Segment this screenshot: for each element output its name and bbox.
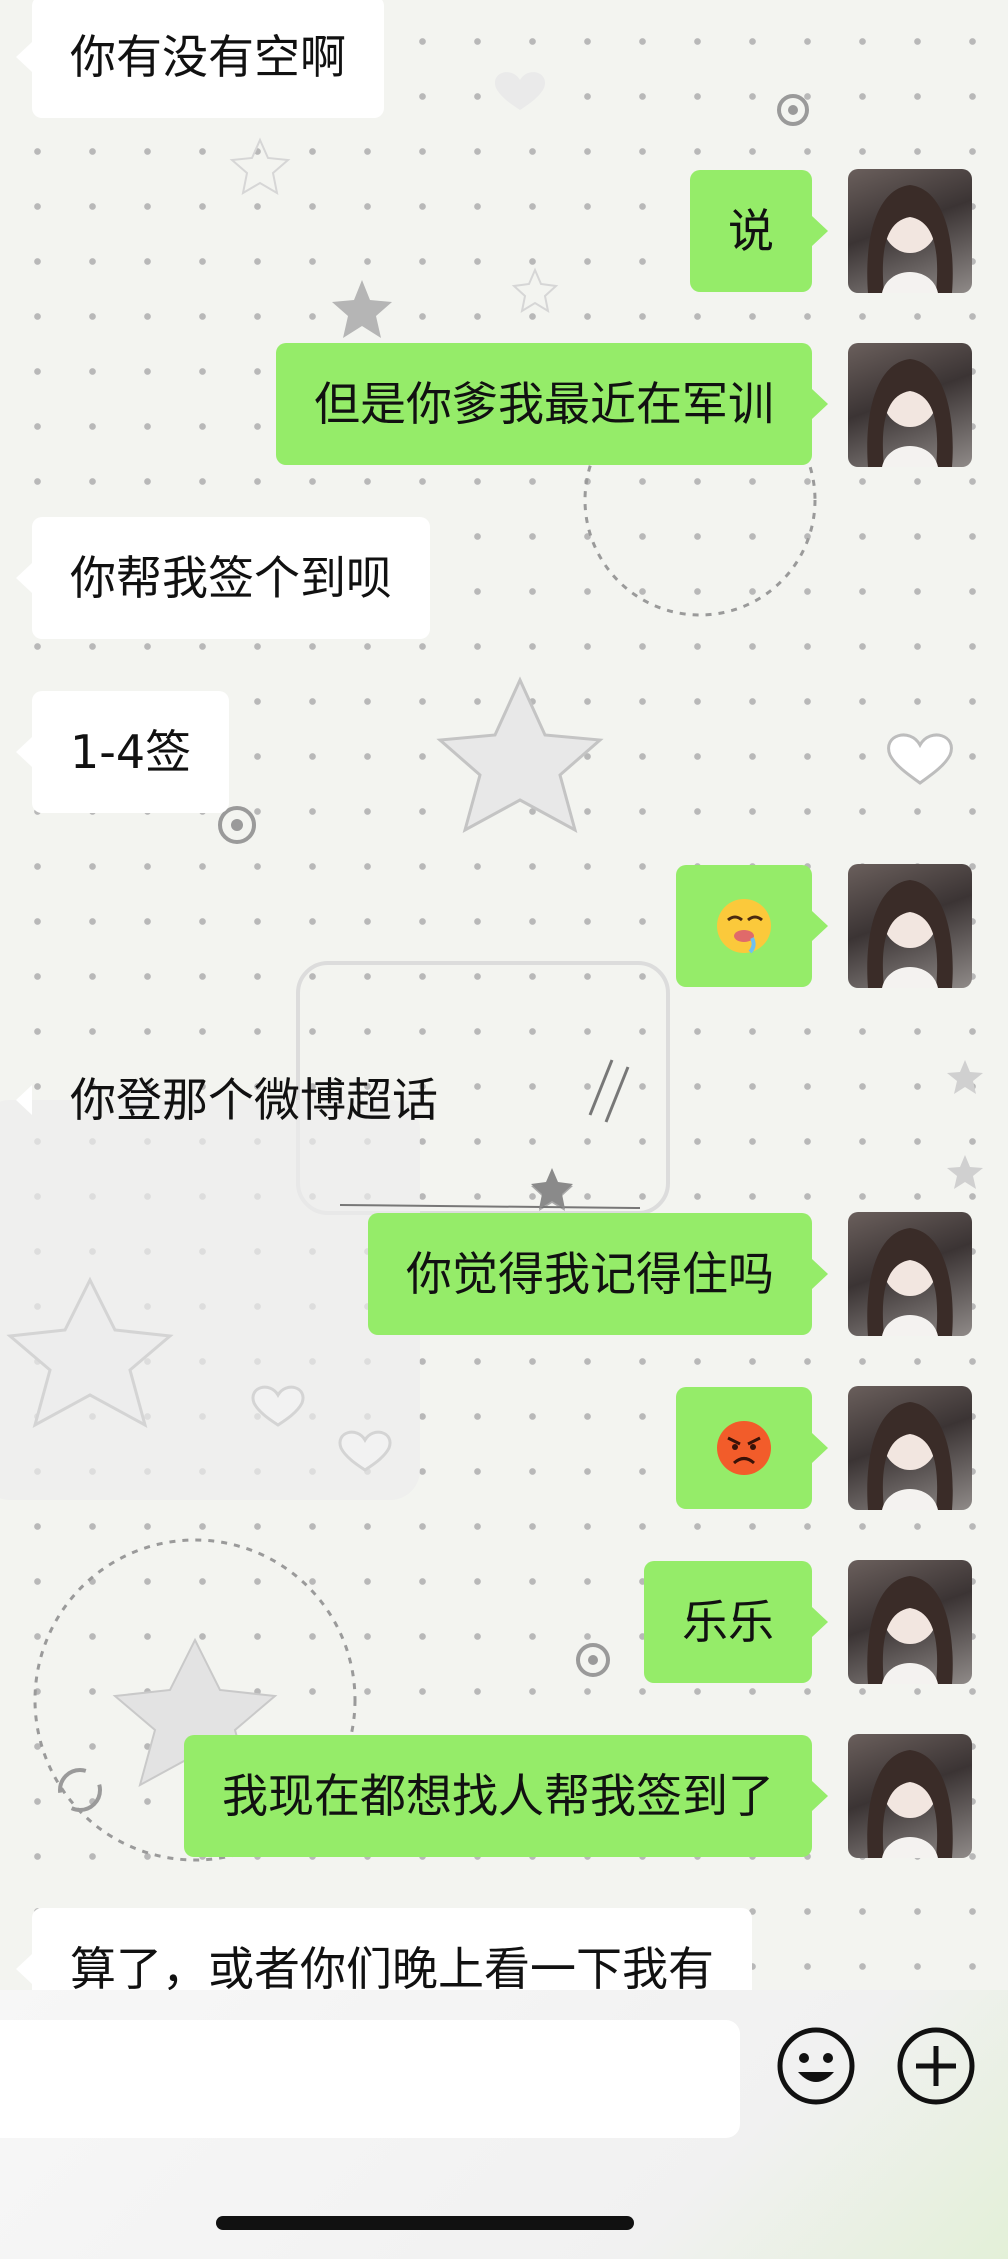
message-bubble-sent[interactable]: 但是你爹我最近在军训 <box>276 343 828 465</box>
avatar-photo <box>867 880 953 988</box>
message-bubble-sent[interactable]: 我现在都想找人帮我签到了 <box>184 1735 828 1857</box>
smiley-icon[interactable] <box>776 2026 856 2106</box>
message-bubble-received[interactable]: 算了，或者你们晚上看一下我有 <box>16 1908 752 1990</box>
message-bubble-sent[interactable]: 说 <box>690 170 828 292</box>
plus-icon[interactable] <box>896 2026 976 2106</box>
avatar-photo <box>867 1576 953 1684</box>
avatar[interactable] <box>848 169 972 293</box>
wallpaper-decoration <box>0 72 983 1862</box>
message-bubble-received[interactable]: 你帮我签个到呗 <box>16 517 430 639</box>
avatar[interactable] <box>848 1386 972 1510</box>
message-bubble-sent[interactable]: 你觉得我记得住吗 <box>368 1213 828 1335</box>
message-bubble-received[interactable]: 你登那个微博超话 <box>16 1039 476 1161</box>
message-bubble-received[interactable]: 你有没有空啊 <box>16 0 384 118</box>
avatar[interactable] <box>848 343 972 467</box>
message-bubble-sent[interactable] <box>676 865 828 987</box>
avatar[interactable] <box>848 864 972 988</box>
message-input[interactable] <box>0 2020 740 2138</box>
avatar[interactable] <box>848 1734 972 1858</box>
drooling-face-emoji <box>717 899 771 954</box>
avatar[interactable] <box>848 1560 972 1684</box>
home-indicator[interactable] <box>216 2216 634 2230</box>
message-bubble-sent[interactable]: 乐乐 <box>644 1561 828 1683</box>
avatar-photo <box>867 185 953 293</box>
message-bubble-received[interactable]: 1-4签 <box>15 691 230 813</box>
avatar-photo <box>867 1402 953 1510</box>
avatar-photo <box>867 359 953 467</box>
avatar-photo <box>867 1750 953 1858</box>
angry-face-emoji <box>717 1421 771 1475</box>
chat-area[interactable]: 你有没有空啊 说 但是你爹我最近在军训 你帮我签个到呗 1-4签 你登那个微博超… <box>0 0 1008 1990</box>
message-bubble-sent[interactable] <box>676 1387 828 1509</box>
avatar[interactable] <box>848 1212 972 1336</box>
avatar-photo <box>867 1228 953 1336</box>
